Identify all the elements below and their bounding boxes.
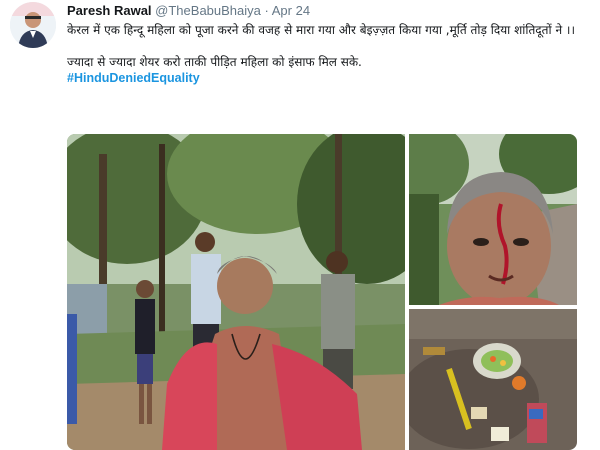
tweet-date[interactable]: Apr 24 [272, 3, 310, 18]
author-handle[interactable]: @TheBabuBhaiya [155, 3, 261, 18]
main-photo[interactable] [67, 134, 405, 450]
tweet-text: केरल में एक हिन्दू महिला को पूजा करने की… [67, 22, 587, 86]
hashtag-link[interactable]: #HinduDeniedEquality [67, 70, 587, 86]
closeup-photo[interactable] [409, 134, 577, 305]
author-name[interactable]: Paresh Rawal [67, 3, 152, 18]
avatar-image [10, 2, 56, 48]
tweet-header: Paresh Rawal @TheBabuBhaiya · Apr 24 [67, 2, 310, 20]
media-grid [67, 134, 577, 450]
meta-separator: · [264, 3, 269, 18]
tweet-text-line1: केरल में एक हिन्दू महिला को पूजा करने की… [67, 23, 576, 37]
avatar[interactable] [10, 2, 56, 48]
tweet-card[interactable]: Paresh Rawal @TheBabuBhaiya · Apr 24 केर… [0, 0, 600, 450]
tweet-text-line2: ज्यादा से ज्यादा शेयर करो ताकी पीड़ित मह… [67, 55, 362, 69]
shrine-photo[interactable] [409, 309, 577, 450]
